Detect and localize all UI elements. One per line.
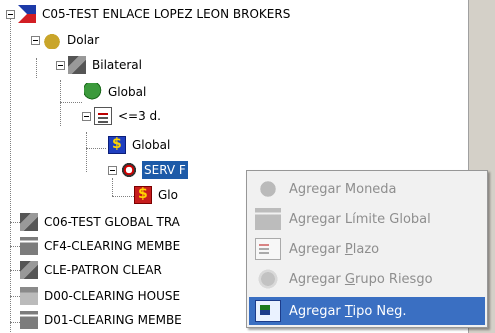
- tree-item-global[interactable]: Global: [108, 134, 172, 156]
- tree-item-glo[interactable]: Glo: [134, 184, 180, 206]
- tree-item-global[interactable]: Global: [84, 81, 148, 103]
- tree-line: [86, 148, 106, 149]
- handshake-icon: [20, 261, 38, 279]
- calendar-icon: [255, 238, 281, 260]
- tree-item-dolar[interactable]: Dolar: [31, 29, 101, 51]
- tree-item-label: Dolar: [67, 33, 100, 47]
- bank-icon: [255, 208, 281, 230]
- menu-item-agregar-moneda[interactable]: Agregar Moneda: [249, 175, 485, 203]
- tree-item-c06[interactable]: C06-TEST GLOBAL TRA: [20, 211, 182, 233]
- tree-item-d00[interactable]: D00-CLEARING HOUSE: [20, 285, 182, 307]
- tree-item-label: Global: [132, 138, 171, 152]
- tree-line: [10, 296, 20, 297]
- handshake-money-icon: [68, 56, 86, 74]
- tree-line: [10, 222, 20, 223]
- tree-item-cle[interactable]: CLE-PATRON CLEAR: [20, 259, 164, 281]
- tree-line: [60, 102, 82, 103]
- tree-item-label: Bilateral: [92, 58, 142, 72]
- tree-line: [36, 58, 37, 78]
- dollar-red-icon: [134, 186, 152, 204]
- tree-line: [86, 132, 87, 172]
- menu-item-agregar-plazo[interactable]: Agregar Plazo: [249, 235, 485, 263]
- collapse-icon[interactable]: [56, 60, 65, 70]
- tree-item-label: C06-TEST GLOBAL TRA: [44, 215, 180, 229]
- house-icon: [20, 287, 38, 305]
- collapse-icon[interactable]: [6, 9, 15, 19]
- tree-line: [10, 246, 20, 247]
- tree-item-bilateral[interactable]: Bilateral: [56, 54, 144, 76]
- dollar-icon: [108, 136, 126, 154]
- tree-item-label: Glo: [158, 188, 178, 202]
- tree-item-label: C05-TEST ENLACE LOPEZ LEON BROKERS: [42, 7, 291, 21]
- tree-line: [10, 270, 20, 271]
- tree-item-serv[interactable]: SERV F: [108, 159, 189, 181]
- collapse-icon[interactable]: [31, 35, 40, 45]
- tree-item-label: CF4-CLEARING MEMBE: [44, 239, 181, 253]
- tree-line: [60, 80, 61, 126]
- tree-line: [112, 196, 134, 197]
- money-bag-icon: [43, 31, 61, 49]
- tree-item-label: Global: [108, 85, 147, 99]
- tree-item-label: SERV F: [141, 160, 189, 180]
- tree-item-label: CLE-PATRON CLEAR: [44, 263, 162, 277]
- collapse-icon[interactable]: [82, 111, 91, 121]
- handshake-icon: [20, 213, 38, 231]
- tree-item-cf4[interactable]: CF4-CLEARING MEMBE: [20, 235, 182, 257]
- calendar-icon: [94, 107, 112, 125]
- tree-line: [10, 14, 11, 332]
- tree-line: [10, 322, 20, 323]
- tree-item-label: D01-CLEARING MEMBE: [44, 313, 182, 327]
- menu-item-agregar-grupo-riesgo[interactable]: Agregar Grupo Riesgo: [249, 265, 485, 293]
- tree-item-root[interactable]: C05-TEST ENLACE LOPEZ LEON BROKERS: [6, 3, 292, 25]
- coin-icon: [255, 178, 281, 200]
- menu-item-agregar-limite-global[interactable]: Agregar Límite Global: [249, 205, 485, 233]
- tree-item-plazo[interactable]: <=3 d.: [82, 105, 163, 127]
- type-neg-icon: [255, 300, 281, 322]
- target-icon: [120, 161, 138, 179]
- group-icon: [255, 268, 281, 290]
- menu-item-agregar-tipo-neg[interactable]: Agregar Tipo Neg.: [249, 297, 485, 325]
- tree-item-label: D00-CLEARING HOUSE: [44, 289, 181, 303]
- collapse-icon[interactable]: [108, 165, 117, 175]
- flag-icon: [18, 5, 36, 23]
- tree-item-label: <=3 d.: [118, 109, 161, 123]
- bank-icon: [20, 311, 38, 329]
- bank-icon: [20, 237, 38, 255]
- tree-item-d01[interactable]: D01-CLEARING MEMBE: [20, 309, 184, 331]
- context-menu: Agregar Moneda Agregar Límite Global Agr…: [246, 170, 488, 328]
- globe-money-icon: [84, 83, 102, 101]
